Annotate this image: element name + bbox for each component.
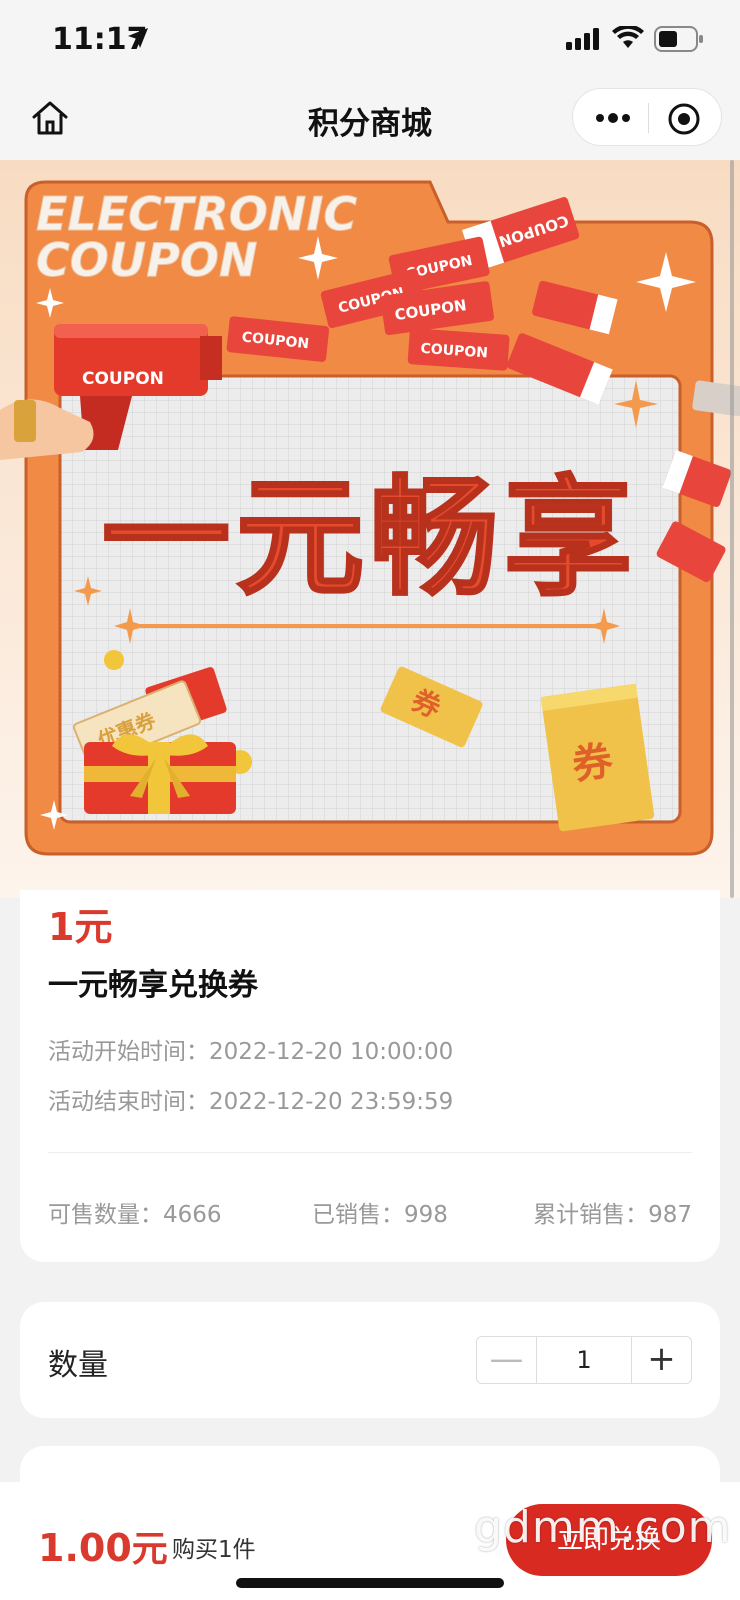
end-time-label: 活动结束时间：	[48, 1089, 209, 1115]
buy-count: 购买1件	[172, 1537, 256, 1563]
battery-icon	[654, 26, 703, 52]
product-info-card: 1元 一元畅享兑换券 活动开始时间：2022-12-20 10:00:00 活动…	[20, 890, 720, 1262]
stat-available: 可售数量：4666	[48, 1195, 222, 1229]
product-banner-image: ELECTRONIC COUPON COUPON COUPON COUPON C…	[0, 160, 740, 898]
stat-sold: 已销售：998	[312, 1195, 448, 1229]
stat-value: 987	[648, 1202, 692, 1228]
more-dots-icon[interactable]	[593, 105, 633, 131]
quantity-value[interactable]: 1	[537, 1337, 631, 1383]
capsule-divider	[648, 103, 649, 133]
svg-text:COUPON: COUPON	[82, 369, 164, 389]
coupon-banner-illustration: ELECTRONIC COUPON COUPON COUPON COUPON C…	[0, 180, 740, 856]
quantity-stepper: — 1 +	[476, 1336, 692, 1384]
stat-label: 已销售：	[312, 1202, 404, 1228]
status-bar: 11:17	[0, 0, 740, 80]
svg-text:券: 券	[569, 738, 616, 789]
start-time-row: 活动开始时间：2022-12-20 10:00:00	[48, 1032, 453, 1066]
banner-headline-2: COUPON	[36, 233, 258, 287]
close-target-icon[interactable]	[667, 102, 701, 136]
nav-bar: 积分商城	[0, 80, 740, 160]
banner-main-text: 一元畅享	[102, 464, 638, 613]
divider	[48, 1152, 692, 1153]
product-name: 一元畅享兑换券	[48, 968, 258, 1003]
end-time-value: 2022-12-20 23:59:59	[209, 1089, 454, 1115]
start-time-value: 2022-12-20 10:00:00	[209, 1039, 454, 1065]
total-price-value: 1.00	[38, 1526, 132, 1570]
cellular-signal-icon	[566, 28, 599, 50]
banner-scroll-indicator	[730, 160, 734, 898]
decrease-button[interactable]: —	[477, 1337, 537, 1383]
increase-button[interactable]: +	[631, 1337, 691, 1383]
end-time-row: 活动结束时间：2022-12-20 23:59:59	[48, 1082, 453, 1116]
stat-value: 998	[404, 1202, 448, 1228]
stat-label: 可售数量：	[48, 1202, 163, 1228]
product-price: 1元	[48, 905, 113, 949]
total-price: 1.00元	[38, 1520, 168, 1572]
total-price-unit: 元	[131, 1529, 168, 1570]
quantity-label: 数量	[48, 1348, 108, 1383]
quantity-card: 数量 — 1 +	[20, 1302, 720, 1418]
stat-total-sold: 累计销售：987	[533, 1195, 692, 1229]
mini-program-capsule	[572, 88, 722, 146]
location-arrow-icon	[128, 28, 148, 48]
stat-label: 累计销售：	[533, 1202, 649, 1228]
stat-value: 4666	[163, 1202, 222, 1228]
start-time-label: 活动开始时间：	[48, 1039, 209, 1065]
home-indicator[interactable]	[236, 1578, 504, 1588]
wifi-icon	[612, 26, 644, 48]
watermark: gdmm.com	[474, 1502, 732, 1553]
